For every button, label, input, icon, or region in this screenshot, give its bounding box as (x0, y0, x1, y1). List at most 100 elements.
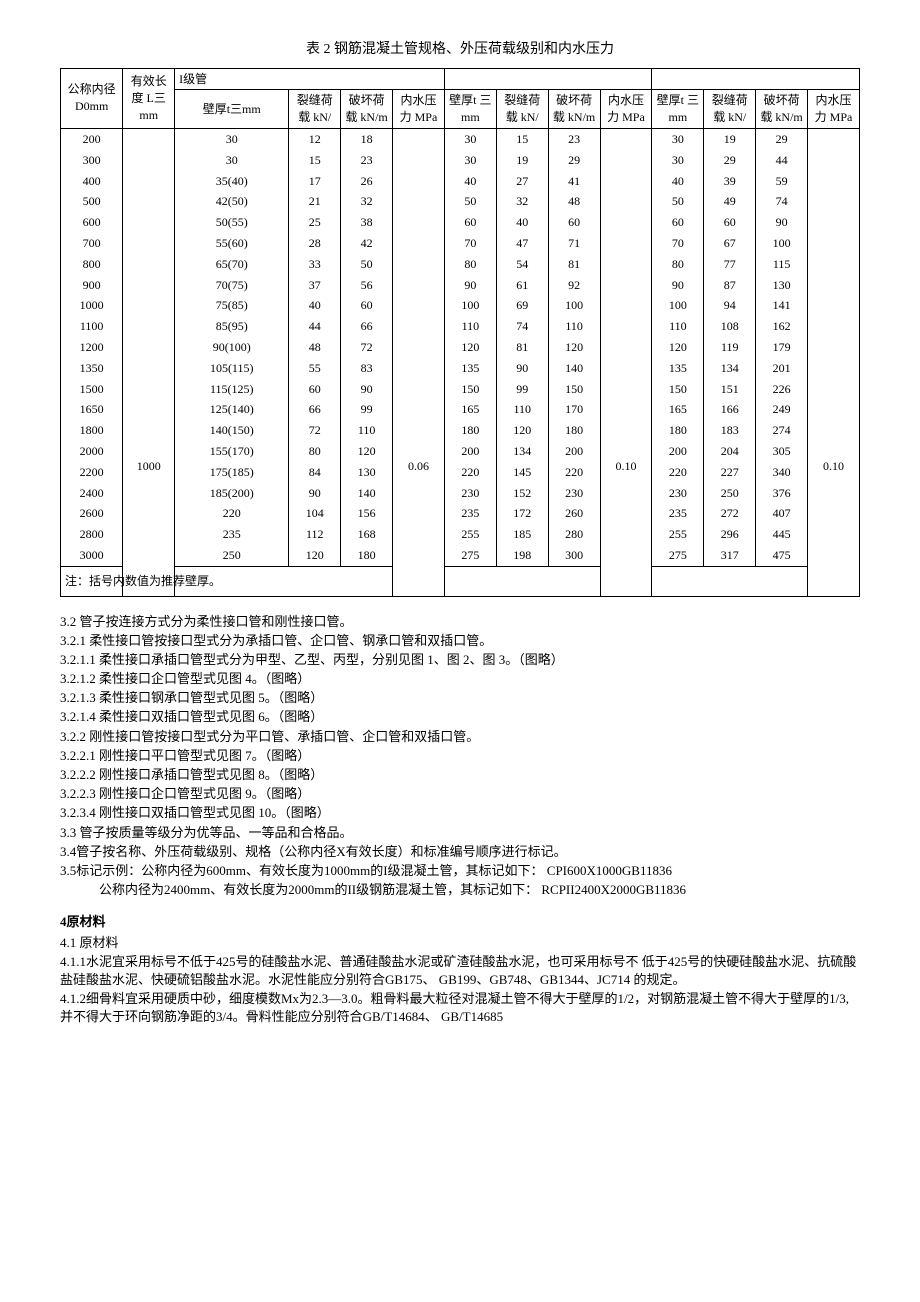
header-d0: 公称内径 D0mm (61, 68, 123, 128)
cell-c2: 61 (496, 275, 548, 296)
header-l: 有效长度 L三mm (123, 68, 175, 128)
cell-c1: 55 (289, 358, 341, 379)
table-row: 1200100090(100)48720.06120811200.1012011… (61, 337, 860, 358)
cell-t1: 125(140) (175, 399, 289, 420)
cell-t1: 85(95) (175, 316, 289, 337)
cell-b2: 260 (548, 503, 600, 524)
cell-b1: 18 (341, 128, 393, 149)
table-row: 50042(50)2132503248504974 (61, 191, 860, 212)
paragraph: 3.2.1 柔性接口管按接口型式分为承插口管、企口管、钢承口管和双插口管。 (60, 632, 860, 650)
cell-d0: 1650 (61, 399, 123, 420)
cell-b2: 300 (548, 545, 600, 566)
header-grade1: I级管 (175, 68, 445, 90)
table-row: 110085(95)446611074110110108162 (61, 316, 860, 337)
cell-t2: 235 (444, 503, 496, 524)
header-break2: 破坏荷载 kN/m (548, 90, 600, 129)
cell-b1: 180 (341, 545, 393, 566)
cell-t2: 180 (444, 420, 496, 441)
cell-c1: 60 (289, 379, 341, 400)
table-row: 60050(55)2538604060606090 (61, 212, 860, 233)
cell-t1: 175(185) (175, 462, 289, 483)
cell-b2: 180 (548, 420, 600, 441)
cell-t3: 255 (652, 524, 704, 545)
cell-c3: 183 (704, 420, 756, 441)
paragraph: 4.1.2细骨料宜采用硬质中砂，细度模数Mx为2.3—3.0。粗骨料最大粒径对混… (60, 990, 860, 1026)
cell-c2: 74 (496, 316, 548, 337)
cell-c1: 33 (289, 254, 341, 275)
cell-b1: 72 (341, 337, 393, 358)
cell-b3: 305 (756, 441, 808, 462)
cell-t1: 30 (175, 150, 289, 171)
header-pressure2: 内水压力 MPa (600, 90, 652, 129)
cell-b3: 44 (756, 150, 808, 171)
cell-d0: 2800 (61, 524, 123, 545)
header-crack3: 裂缝荷载 kN/ (704, 90, 756, 129)
cell-c2: 40 (496, 212, 548, 233)
cell-t2: 110 (444, 316, 496, 337)
cell-d0: 600 (61, 212, 123, 233)
cell-t3: 50 (652, 191, 704, 212)
cell-t3: 30 (652, 150, 704, 171)
cell-b1: 140 (341, 483, 393, 504)
cell-b3: 445 (756, 524, 808, 545)
body-text-block: 3.2 管子按连接方式分为柔性接口管和刚性接口管。3.2.1 柔性接口管按接口型… (60, 613, 860, 900)
cell-t2: 50 (444, 191, 496, 212)
cell-t1: 70(75) (175, 275, 289, 296)
cell-c2: 90 (496, 358, 548, 379)
cell-b1: 120 (341, 441, 393, 462)
cell-c1: 90 (289, 483, 341, 504)
table-row: 3000250120180275198300275317475 (61, 545, 860, 566)
cell-c1: 66 (289, 399, 341, 420)
cell-t1: 90(100) (175, 337, 289, 358)
cell-t1: 35(40) (175, 171, 289, 192)
paragraph: 3.2.2.1 刚性接口平口管型式见图 7。（图略） (60, 747, 860, 765)
cell-t3: 230 (652, 483, 704, 504)
table-title: 表 2 钢筋混凝土管规格、外压荷载级别和内水压力 (60, 40, 860, 60)
cell-t1: 250 (175, 545, 289, 566)
cell-b1: 60 (341, 295, 393, 316)
table-row: 2600220104156235172260235272407 (61, 503, 860, 524)
cell-b3: 130 (756, 275, 808, 296)
cell-t3: 30 (652, 128, 704, 149)
cell-c3: 250 (704, 483, 756, 504)
table-row: 2000155(170)80120200134200200204305 (61, 441, 860, 462)
cell-b1: 50 (341, 254, 393, 275)
cell-t3: 165 (652, 399, 704, 420)
table-row: 1650125(140)6699165110170165166249 (61, 399, 860, 420)
cell-b2: 120 (548, 337, 600, 358)
cell-b1: 66 (341, 316, 393, 337)
cell-b1: 38 (341, 212, 393, 233)
cell-t3: 275 (652, 545, 704, 566)
cell-t2: 200 (444, 441, 496, 462)
cell-b1: 110 (341, 420, 393, 441)
cell-d0: 400 (61, 171, 123, 192)
cell-b1: 83 (341, 358, 393, 379)
cell-d0: 2200 (61, 462, 123, 483)
cell-c2: 47 (496, 233, 548, 254)
cell-d0: 1000 (61, 295, 123, 316)
cell-c3: 94 (704, 295, 756, 316)
cell-t2: 135 (444, 358, 496, 379)
header-crack1: 裂缝荷载 kN/ (289, 90, 341, 129)
cell-b3: 141 (756, 295, 808, 316)
cell-t3: 150 (652, 379, 704, 400)
cell-c3: 134 (704, 358, 756, 379)
cell-c2: 32 (496, 191, 548, 212)
cell-c3: 29 (704, 150, 756, 171)
cell-b3: 90 (756, 212, 808, 233)
cell-b3: 74 (756, 191, 808, 212)
cell-l-value: 1000 (123, 337, 175, 596)
cell-b1: 156 (341, 503, 393, 524)
cell-c3: 67 (704, 233, 756, 254)
table-row: 90070(75)37569061929087130 (61, 275, 860, 296)
header-t3: 壁厚t 三 mm (652, 90, 704, 129)
cell-b3: 475 (756, 545, 808, 566)
cell-c2: 54 (496, 254, 548, 275)
cell-d0: 200 (61, 128, 123, 149)
cell-b3: 226 (756, 379, 808, 400)
cell-t1: 30 (175, 128, 289, 149)
cell-t2: 275 (444, 545, 496, 566)
cell-d0: 1350 (61, 358, 123, 379)
cell-c3: 39 (704, 171, 756, 192)
cell-c1: 80 (289, 441, 341, 462)
